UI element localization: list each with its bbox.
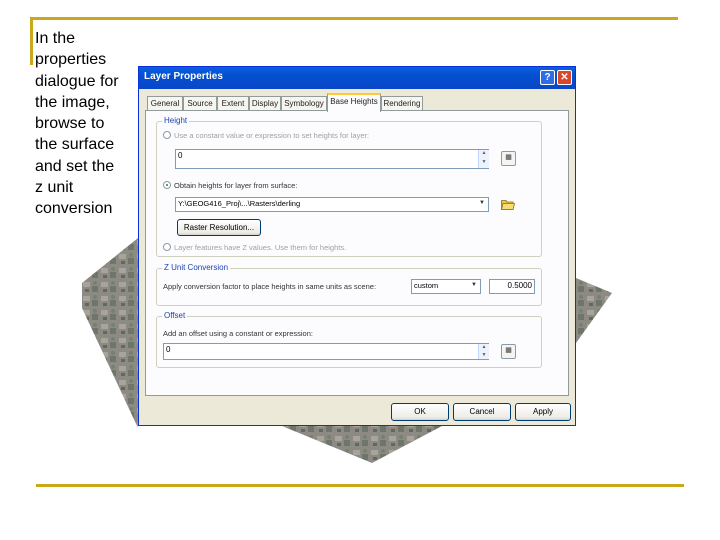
- close-button[interactable]: ✕: [557, 70, 572, 85]
- z-unit-select[interactable]: custom ▼: [411, 279, 481, 294]
- surface-height-label: Obtain heights for layer from surface:: [174, 181, 298, 190]
- offset-spinner[interactable]: ▲ ▼: [478, 344, 489, 359]
- surface-height-option[interactable]: Obtain heights for layer from surface:: [163, 181, 297, 190]
- top-rule: [30, 17, 678, 20]
- constant-height-input[interactable]: 0: [175, 149, 489, 169]
- apply-button[interactable]: Apply: [515, 403, 571, 421]
- tab-strip: General Source Extent Display Symbology …: [145, 93, 569, 112]
- height-group: Height Use a constant value or expressio…: [156, 116, 542, 257]
- z-values-radio[interactable]: [163, 243, 171, 252]
- z-unit-label: Apply conversion factor to place heights…: [163, 282, 377, 291]
- tab-source[interactable]: Source: [183, 96, 217, 111]
- chevron-down-icon[interactable]: ▼: [477, 199, 487, 210]
- z-unit-factor-input[interactable]: 0.5000: [489, 279, 535, 294]
- help-button[interactable]: ?: [540, 70, 555, 85]
- ok-button[interactable]: OK: [391, 403, 449, 421]
- dialog-title: Layer Properties: [144, 71, 223, 82]
- cancel-button[interactable]: Cancel: [453, 403, 511, 421]
- height-legend: Height: [162, 116, 190, 125]
- z-unit-legend: Z Unit Conversion: [162, 263, 231, 272]
- title-bar: Layer Properties ? ✕: [139, 67, 575, 89]
- surface-height-radio[interactable]: [163, 181, 171, 190]
- tab-general[interactable]: General: [147, 96, 183, 111]
- z-values-option[interactable]: Layer features have Z values. Use them f…: [163, 243, 346, 252]
- surface-path-value: Y:\GEOG416_Proj\...\Rasters\derling: [178, 199, 301, 208]
- base-heights-panel: Height Use a constant value or expressio…: [145, 110, 569, 396]
- z-unit-selected: custom: [414, 281, 439, 290]
- constant-height-spinner[interactable]: ▲ ▼: [478, 150, 489, 168]
- z-unit-conversion-group: Z Unit Conversion Apply conversion facto…: [156, 263, 542, 306]
- tab-extent[interactable]: Extent: [217, 96, 249, 111]
- layer-properties-dialog: Layer Properties ? ✕ General Source Exte…: [138, 66, 576, 426]
- offset-legend: Offset: [162, 311, 188, 320]
- tab-symbology[interactable]: Symbology: [281, 96, 327, 111]
- tab-base-heights[interactable]: Base Heights: [327, 93, 381, 112]
- offset-group: Offset Add an offset using a constant or…: [156, 311, 542, 368]
- surface-path-combo[interactable]: Y:\GEOG416_Proj\...\Rasters\derling ▼: [175, 197, 489, 212]
- constant-height-label: Use a constant value or expression to se…: [174, 131, 370, 140]
- constant-height-radio[interactable]: [163, 131, 171, 140]
- offset-expression-button[interactable]: ▦: [501, 344, 516, 359]
- open-folder-icon[interactable]: [501, 199, 515, 210]
- tab-display[interactable]: Display: [249, 96, 281, 111]
- chevron-down-icon[interactable]: ▼: [469, 281, 479, 292]
- offset-input[interactable]: 0: [163, 343, 489, 360]
- constant-height-option[interactable]: Use a constant value or expression to se…: [163, 131, 369, 140]
- left-rule: [30, 17, 33, 65]
- z-values-label: Layer features have Z values. Use them f…: [174, 243, 347, 252]
- bottom-rule: [36, 484, 684, 487]
- raster-resolution-button[interactable]: Raster Resolution...: [177, 219, 261, 236]
- tab-rendering[interactable]: Rendering: [381, 96, 423, 111]
- offset-label: Add an offset using a constant or expres…: [163, 329, 313, 338]
- constant-expression-button[interactable]: ▦: [501, 151, 516, 166]
